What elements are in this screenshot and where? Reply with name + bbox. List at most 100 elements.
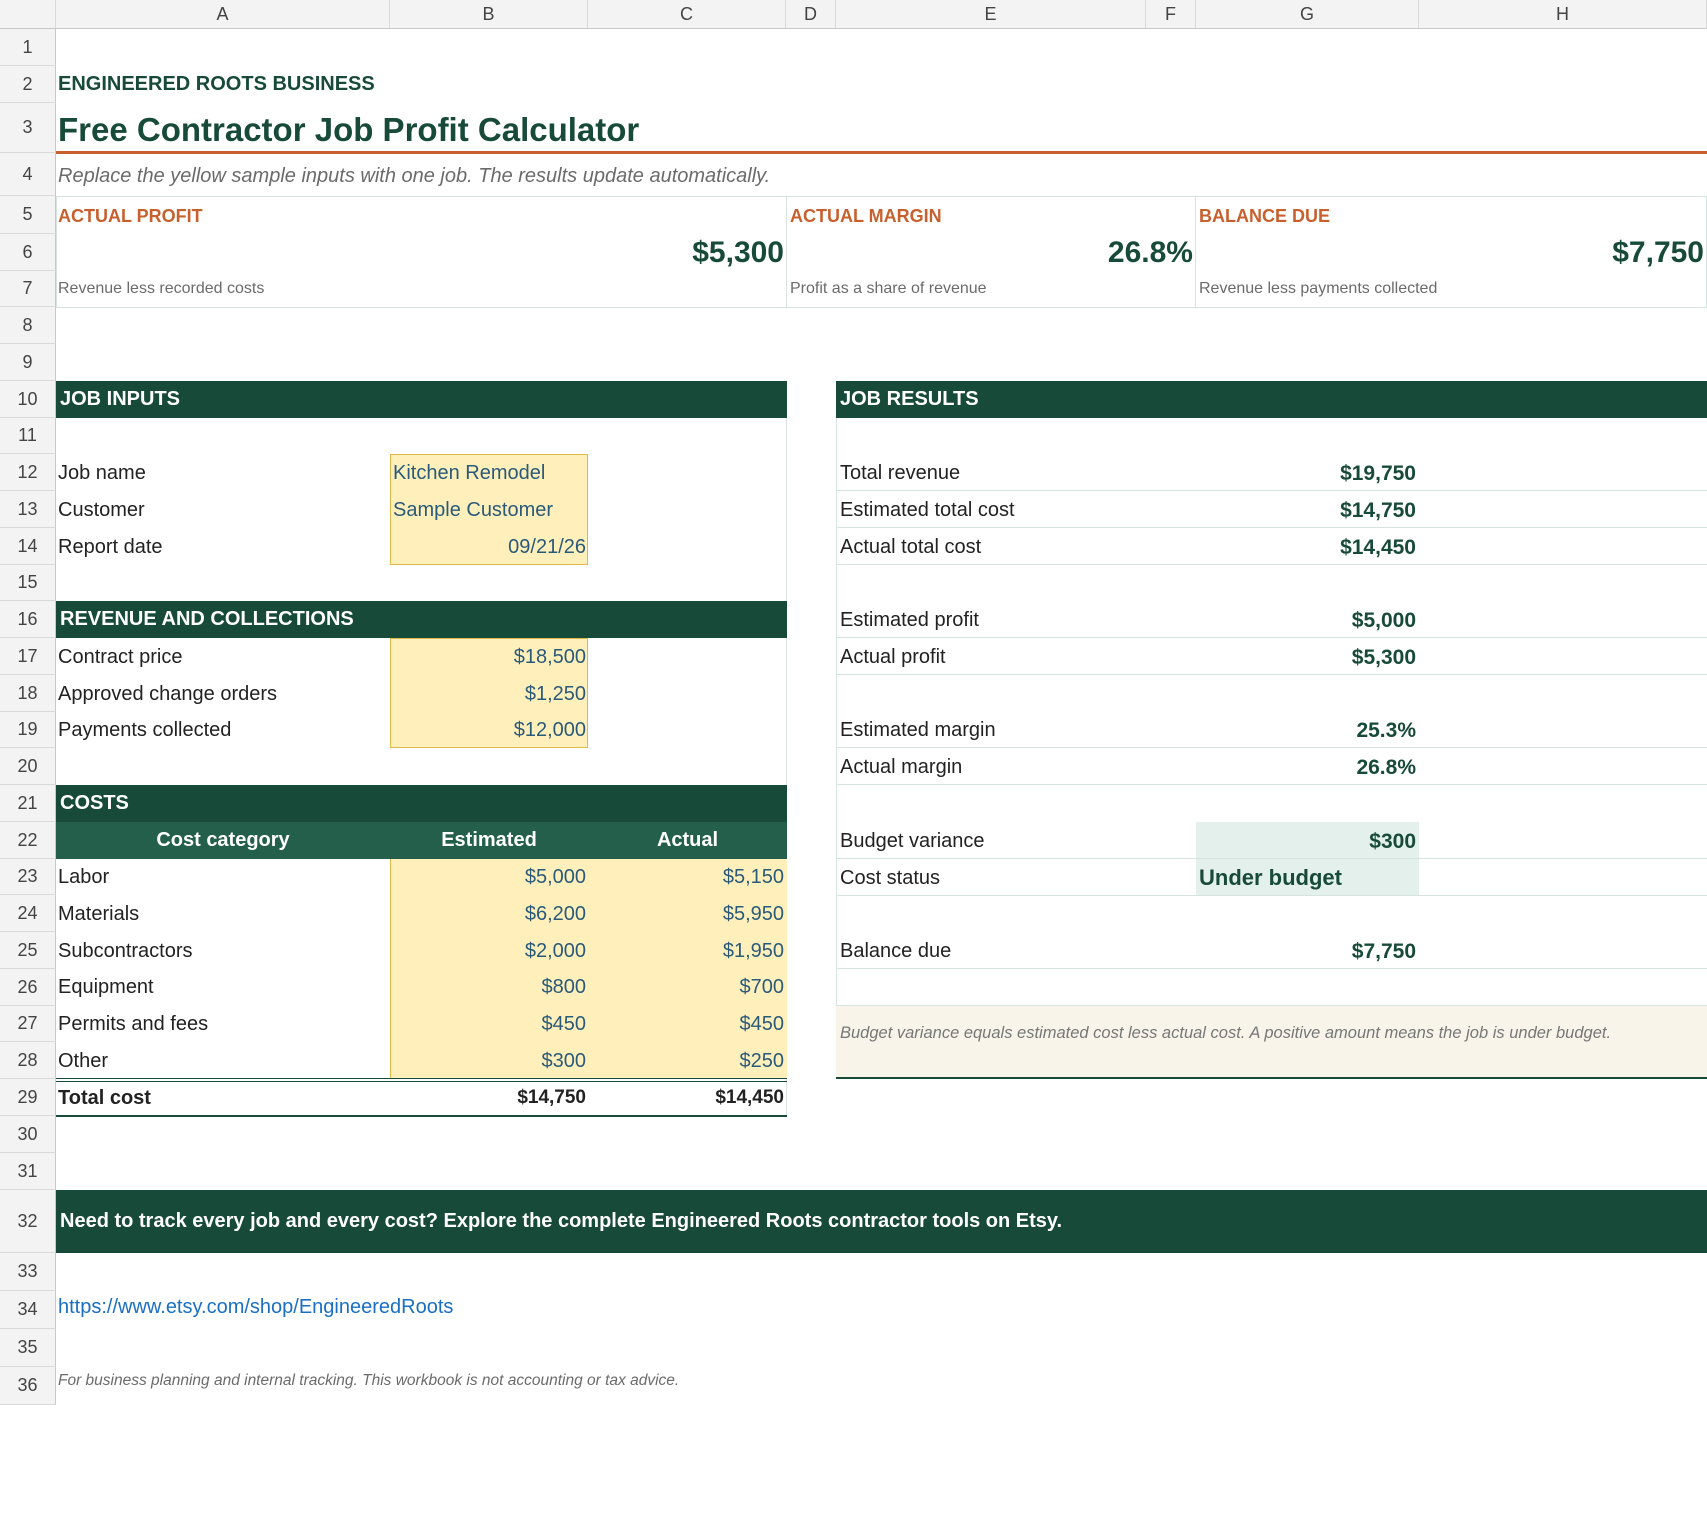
etsy-shop-link[interactable]: https://www.etsy.com/shop/EngineeredRoot… bbox=[58, 1296, 453, 1319]
result-divider bbox=[836, 674, 1707, 675]
column-header-g[interactable]: G bbox=[1196, 0, 1419, 29]
column-header-f[interactable]: F bbox=[1146, 0, 1196, 29]
row-header-30[interactable]: 30 bbox=[0, 1116, 56, 1153]
row-header-19[interactable]: 19 bbox=[0, 712, 56, 748]
row-header-11[interactable]: 11 bbox=[0, 418, 56, 454]
total-row-bottom-border bbox=[56, 1115, 787, 1117]
cost-row-equipment-actual[interactable]: $700 bbox=[588, 976, 785, 999]
row-header-22[interactable]: 22 bbox=[0, 822, 56, 859]
payments-collected-input[interactable]: $12,000 bbox=[390, 719, 586, 742]
kpi-note-actual-profit: Revenue less recorded costs bbox=[58, 280, 265, 297]
row-header-25[interactable]: 25 bbox=[0, 932, 56, 969]
estimated-profit-value: $5,000 bbox=[1351, 609, 1416, 632]
contract-price-label: Contract price bbox=[58, 646, 183, 668]
row-header-24[interactable]: 24 bbox=[0, 895, 56, 932]
estimated-margin-value: 25.3% bbox=[1356, 719, 1416, 742]
row-header-7[interactable]: 7 bbox=[0, 271, 56, 307]
select-all-corner[interactable] bbox=[0, 0, 56, 29]
column-header-d[interactable]: D bbox=[786, 0, 836, 29]
cost-row-permits-actual[interactable]: $450 bbox=[588, 1013, 785, 1036]
kpi-label-actual-margin: ACTUAL MARGIN bbox=[790, 206, 942, 226]
row-header-34[interactable]: 34 bbox=[0, 1291, 56, 1329]
cost-row-labor-actual[interactable]: $5,150 bbox=[588, 866, 784, 889]
kpi-label-actual-profit: ACTUAL PROFIT bbox=[58, 206, 203, 226]
costs-header: COSTS bbox=[56, 785, 787, 822]
contract-price-input[interactable]: $18,500 bbox=[390, 646, 586, 669]
cost-row-labor-estimated[interactable]: $5,000 bbox=[390, 866, 586, 889]
result-divider bbox=[836, 968, 1707, 969]
actual-column-header: Actual bbox=[588, 822, 787, 859]
actual-margin-value: 26.8% bbox=[1356, 756, 1416, 779]
revenue-header: REVENUE AND COLLECTIONS bbox=[56, 601, 787, 638]
result-divider bbox=[836, 895, 1707, 896]
row-header-27[interactable]: 27 bbox=[0, 1006, 56, 1042]
column-header-h[interactable]: H bbox=[1419, 0, 1707, 29]
row-header-32[interactable]: 32 bbox=[0, 1190, 56, 1253]
total-cost-estimated: $14,750 bbox=[517, 1087, 586, 1108]
column-header-c[interactable]: C bbox=[588, 0, 786, 29]
cost-row-equipment-label: Equipment bbox=[58, 976, 154, 998]
kpi-label-balance-due: BALANCE DUE bbox=[1199, 206, 1331, 226]
spreadsheet: A B C D E F G H 1 2 3 4 5 6 7 8 9 10 11 … bbox=[0, 0, 1707, 1522]
cost-row-subcontractors-actual[interactable]: $1,950 bbox=[588, 940, 784, 963]
row-header-23[interactable]: 23 bbox=[0, 859, 56, 895]
row-header-26[interactable]: 26 bbox=[0, 969, 56, 1006]
balance-due-value: $7,750 bbox=[1351, 940, 1416, 963]
budget-variance-value: $300 bbox=[1369, 830, 1416, 853]
job-results-header: JOB RESULTS bbox=[836, 381, 1707, 418]
row-header-35[interactable]: 35 bbox=[0, 1329, 56, 1367]
row-header-33[interactable]: 33 bbox=[0, 1253, 56, 1291]
row-header-14[interactable]: 14 bbox=[0, 528, 56, 565]
cost-row-permits-estimated[interactable]: $450 bbox=[390, 1013, 587, 1036]
column-header-b[interactable]: B bbox=[390, 0, 588, 29]
customer-input[interactable]: Sample Customer bbox=[393, 499, 553, 522]
kpi-note-actual-margin: Profit as a share of revenue bbox=[790, 280, 987, 297]
estimated-margin-label: Estimated margin bbox=[840, 719, 996, 741]
change-orders-input[interactable]: $1,250 bbox=[390, 683, 586, 706]
actual-profit-value: $5,300 bbox=[1351, 646, 1416, 669]
row-header-28[interactable]: 28 bbox=[0, 1042, 56, 1079]
row-header-17[interactable]: 17 bbox=[0, 638, 56, 675]
row-header-10[interactable]: 10 bbox=[0, 381, 56, 418]
result-divider bbox=[836, 637, 1707, 638]
row-header-1[interactable]: 1 bbox=[0, 29, 56, 66]
row-header-13[interactable]: 13 bbox=[0, 491, 56, 528]
estimated-total-cost-value: $14,750 bbox=[1340, 499, 1416, 522]
row-header-15[interactable]: 15 bbox=[0, 565, 56, 601]
row-header-20[interactable]: 20 bbox=[0, 748, 56, 785]
job-name-label: Job name bbox=[58, 462, 146, 484]
row-header-12[interactable]: 12 bbox=[0, 454, 56, 491]
row-header-21[interactable]: 21 bbox=[0, 785, 56, 822]
cost-row-subcontractors-label: Subcontractors bbox=[58, 940, 193, 962]
cost-row-other-label: Other bbox=[58, 1050, 109, 1072]
row-header-9[interactable]: 9 bbox=[0, 344, 56, 381]
budget-variance-label: Budget variance bbox=[840, 830, 985, 852]
column-header-a[interactable]: A bbox=[56, 0, 390, 29]
row-header-29[interactable]: 29 bbox=[0, 1079, 56, 1116]
row-header-3[interactable]: 3 bbox=[0, 103, 56, 153]
row-header-16[interactable]: 16 bbox=[0, 601, 56, 638]
row-header-36[interactable]: 36 bbox=[0, 1367, 56, 1405]
payments-collected-label: Payments collected bbox=[58, 719, 232, 741]
cost-status-value: Under budget bbox=[1199, 865, 1342, 890]
cost-row-materials-actual[interactable]: $5,950 bbox=[588, 903, 784, 926]
row-header-31[interactable]: 31 bbox=[0, 1153, 56, 1190]
row-header-18[interactable]: 18 bbox=[0, 675, 56, 712]
cost-row-other-actual[interactable]: $250 bbox=[588, 1050, 785, 1073]
total-revenue-label: Total revenue bbox=[840, 462, 961, 484]
row-header-4[interactable]: 4 bbox=[0, 153, 56, 196]
cost-row-equipment-estimated[interactable]: $800 bbox=[390, 976, 587, 999]
row-header-5[interactable]: 5 bbox=[0, 196, 56, 234]
estimated-column-header: Estimated bbox=[390, 822, 588, 859]
cost-row-subcontractors-estimated[interactable]: $2,000 bbox=[390, 940, 586, 963]
column-header-e[interactable]: E bbox=[836, 0, 1146, 29]
cost-row-materials-estimated[interactable]: $6,200 bbox=[390, 903, 586, 926]
report-date-input[interactable]: 09/21/26 bbox=[390, 536, 586, 559]
cost-row-other-estimated[interactable]: $300 bbox=[390, 1050, 587, 1073]
cost-category-column-header: Cost category bbox=[56, 822, 390, 859]
job-name-input[interactable]: Kitchen Remodel bbox=[393, 462, 545, 485]
row-header-6[interactable]: 6 bbox=[0, 234, 56, 271]
row-header-8[interactable]: 8 bbox=[0, 307, 56, 344]
result-divider bbox=[836, 747, 1707, 748]
row-header-2[interactable]: 2 bbox=[0, 66, 56, 103]
